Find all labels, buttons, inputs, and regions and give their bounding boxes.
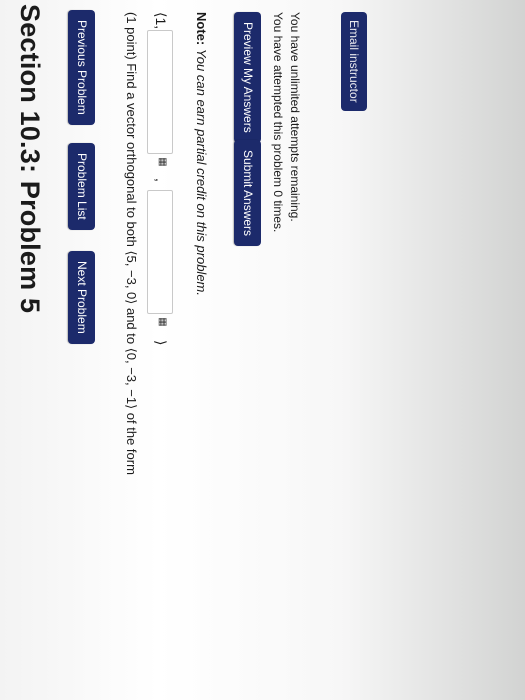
vector-close-label: ⟩ [153, 340, 169, 346]
page-title: Section 10.3: Problem 5 [15, 4, 45, 314]
answer-row: ⟨1, ▦ , ▦ ⟩ [147, 12, 173, 472]
problem-question: (1 point) Find a vector orthogonal to bo… [124, 12, 139, 475]
rotated-page: Section 10.3: Problem 5 Previous Problem… [0, 0, 525, 700]
equation-palette-icon[interactable]: ▦ [151, 152, 173, 172]
previous-problem-button[interactable]: Previous Problem [68, 10, 95, 125]
next-problem-button[interactable]: Next Problem [68, 251, 95, 344]
submit-answers-button[interactable]: Submit Answers [234, 140, 261, 247]
problem-list-button[interactable]: Problem List [68, 143, 95, 230]
preview-answers-button[interactable]: Preview My Answers [234, 12, 261, 143]
comma-separator: , [153, 178, 169, 182]
partial-credit-note: Note: You can earn partial credit on thi… [194, 12, 209, 296]
note-text: You can earn partial credit on this prob… [194, 48, 209, 296]
remaining-status: You have unlimited attempts remaining. [288, 12, 302, 222]
vector-open-label: ⟨1, [153, 12, 169, 30]
answer-input-1[interactable] [147, 30, 173, 154]
attempts-status: You have attempted this problem 0 times. [271, 12, 285, 233]
answer-input-2[interactable] [147, 190, 173, 314]
equation-palette-icon[interactable]: ▦ [151, 312, 173, 332]
note-label: Note: [194, 12, 209, 46]
email-instructor-button[interactable]: Email instructor [341, 12, 367, 111]
